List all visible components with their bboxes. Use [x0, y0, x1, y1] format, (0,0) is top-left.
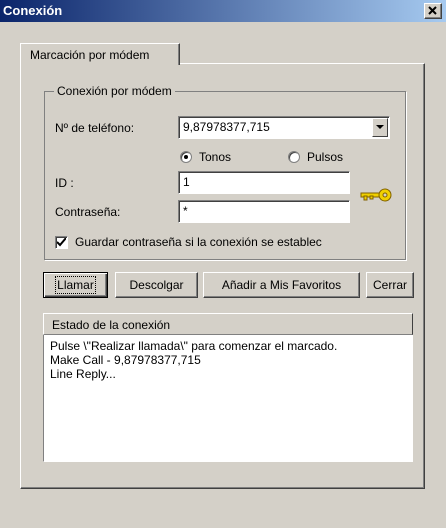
close-icon: [428, 6, 437, 15]
phone-dropdown-button[interactable]: [372, 118, 388, 137]
save-password-label: Guardar contraseña si la conexión se est…: [75, 235, 322, 249]
phone-number-combobox[interactable]: 9,87978377,715: [178, 116, 390, 139]
status-line: Make Call - 9,87978377,715: [50, 353, 201, 367]
call-button-label: Llamar: [55, 276, 96, 294]
add-favorites-button[interactable]: Añadir a Mis Favoritos: [203, 272, 360, 298]
close-button[interactable]: Cerrar: [366, 272, 414, 298]
status-line: Pulse \"Realizar llamada\" para comenzar…: [50, 339, 338, 353]
add-favorites-button-label: Añadir a Mis Favoritos: [221, 278, 342, 292]
hangup-button[interactable]: Descolgar: [115, 272, 198, 298]
password-label: Contraseña:: [55, 205, 121, 219]
id-value: 1: [183, 175, 190, 189]
connection-dialog: Conexión Marcación por módem Conexión po…: [0, 0, 446, 528]
window-title: Conexión: [3, 3, 63, 18]
call-button[interactable]: Llamar: [43, 272, 108, 298]
close-button-label: Cerrar: [372, 278, 407, 292]
check-icon: [57, 238, 66, 247]
tab-modem-dialing[interactable]: Marcación por módem: [20, 43, 180, 65]
tone-label: Tonos: [199, 150, 232, 164]
radio-selected-dot: [184, 155, 188, 159]
hangup-button-label: Descolgar: [129, 278, 184, 292]
id-label: ID :: [55, 176, 74, 190]
phone-number-value: 9,87978377,715: [183, 120, 270, 134]
password-input[interactable]: *: [178, 200, 350, 223]
pulse-radio[interactable]: [288, 151, 300, 163]
title-bar[interactable]: Conexión: [0, 0, 446, 22]
id-input[interactable]: 1: [178, 171, 350, 194]
save-password-checkbox[interactable]: [55, 236, 68, 249]
status-header: Estado de la conexión: [43, 313, 413, 335]
close-window-button[interactable]: [424, 3, 442, 19]
tone-radio[interactable]: [180, 151, 192, 163]
tab-label: Marcación por módem: [30, 48, 150, 62]
key-icon: [360, 188, 392, 202]
status-line: Line Reply...: [50, 367, 116, 381]
phone-number-label: Nº de teléfono:: [55, 121, 135, 135]
group-title: Conexión por módem: [54, 84, 175, 98]
password-value: *: [183, 204, 188, 218]
status-log[interactable]: Pulse \"Realizar llamada\" para comenzar…: [43, 335, 413, 462]
pulse-label: Pulsos: [307, 150, 344, 164]
status-title: Estado de la conexión: [52, 318, 171, 332]
chevron-down-icon: [376, 125, 384, 129]
